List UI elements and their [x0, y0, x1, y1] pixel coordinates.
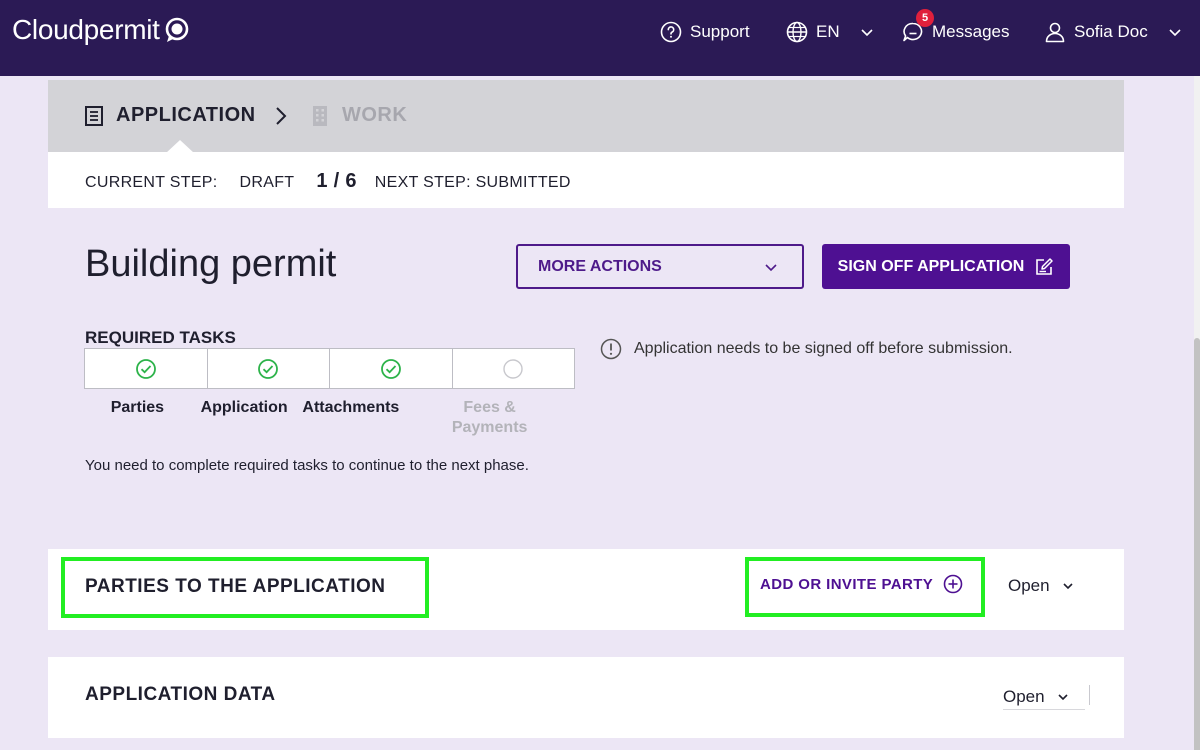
step-work[interactable]: WORK [310, 104, 407, 127]
user-name: Sofia Doc [1074, 22, 1148, 41]
required-tasks-note: You need to complete required tasks to c… [85, 457, 529, 474]
application-data-section: APPLICATION DATA Open [48, 657, 1124, 738]
task-label-application: Application [200, 399, 288, 416]
chevron-right-icon [276, 107, 287, 125]
check-circle-icon [380, 358, 401, 379]
step-application[interactable]: APPLICATION [84, 104, 256, 127]
help-circle-icon [660, 21, 682, 43]
messages-icon-wrapper: 5 [902, 9, 934, 43]
messages-link[interactable]: 5 Messages [902, 9, 1010, 44]
application-data-open-toggle[interactable]: Open [1003, 684, 1085, 710]
sign-off-info-message: Application needs to be signed off befor… [600, 338, 1013, 360]
more-actions-dropdown[interactable]: MORE ACTIONS [516, 244, 804, 289]
language-selector[interactable]: EN [786, 20, 874, 44]
brand-name: Cloudpermit [12, 14, 160, 45]
step-progress: 1 / 6 [316, 170, 357, 192]
task-attachments-status[interactable] [330, 349, 453, 388]
add-or-invite-party-button[interactable]: ADD OR INVITE PARTY [760, 574, 963, 594]
task-parties-status[interactable] [85, 349, 208, 388]
next-step: NEXT STEP: SUBMITTED [374, 174, 571, 191]
task-fees-status[interactable] [453, 349, 575, 388]
messages-label: Messages [932, 22, 1010, 41]
language-label: EN [816, 22, 840, 41]
more-actions-label: MORE ACTIONS [538, 257, 662, 275]
plus-circle-icon [943, 574, 963, 594]
messages-count-badge: 5 [916, 9, 934, 27]
required-tasks-grid [84, 348, 575, 389]
support-link[interactable]: Support [660, 20, 750, 44]
step-status: CURRENT STEP: DRAFT 1 / 6 NEXT STEP: SUB… [85, 170, 571, 193]
add-party-label: ADD OR INVITE PARTY [760, 575, 934, 593]
logo-chat-icon [165, 17, 188, 42]
sign-off-info-text: Application needs to be signed off befor… [634, 340, 1013, 357]
page-title: Building permit [85, 243, 337, 285]
current-step-value: DRAFT [239, 174, 295, 191]
support-label: Support [690, 22, 750, 41]
step-work-label: WORK [342, 104, 408, 126]
document-list-icon [85, 105, 103, 126]
application-data-open-label: Open [1003, 686, 1045, 706]
task-label-attachments: Attachments [302, 399, 400, 416]
empty-circle-icon [503, 358, 523, 379]
task-label-parties: Parties [110, 399, 165, 416]
step-application-label: APPLICATION [116, 104, 256, 126]
task-label-fees-payments: Fees & Payments [451, 399, 528, 436]
page-scrollbar-track[interactable] [1194, 76, 1200, 750]
application-data-title[interactable]: APPLICATION DATA [85, 684, 276, 706]
chevron-down-icon [1058, 693, 1068, 700]
workflow-stepper: APPLICATION WORK CURRENT STEP: DRAFT 1 /… [48, 80, 1124, 208]
check-circle-icon [258, 358, 279, 379]
toggle-divider [1089, 685, 1090, 705]
parties-open-toggle[interactable]: Open [1008, 576, 1074, 596]
building-icon [313, 105, 327, 126]
active-step-indicator [166, 140, 194, 153]
globe-icon [786, 21, 808, 43]
info-alert-icon [600, 338, 622, 360]
top-navigation-bar: Cloudpermit Support EN 5 Messages Sofia … [0, 0, 1200, 76]
current-step-label: CURRENT STEP: [85, 174, 218, 191]
parties-section-title[interactable]: PARTIES TO THE APPLICATION [85, 576, 385, 598]
parties-section: PARTIES TO THE APPLICATION ADD OR INVITE… [48, 549, 1124, 630]
parties-open-label: Open [1008, 576, 1050, 595]
stepper-header: APPLICATION WORK [48, 80, 1124, 152]
check-circle-icon [135, 358, 156, 379]
sign-off-label: SIGN OFF APPLICATION [837, 257, 1025, 275]
page-scrollbar-thumb[interactable] [1194, 338, 1200, 750]
cloudpermit-logo[interactable]: Cloudpermit [12, 14, 190, 46]
chevron-down-icon [765, 263, 777, 271]
edit-document-icon [1036, 257, 1054, 275]
required-tasks-title: REQUIRED TASKS [85, 328, 236, 347]
chevron-down-icon [1169, 29, 1181, 37]
user-icon [1045, 22, 1065, 43]
sign-off-application-button[interactable]: SIGN OFF APPLICATION [822, 244, 1070, 289]
task-application-status[interactable] [208, 349, 330, 388]
required-tasks-labels: Parties Application Attachments Fees & P… [84, 398, 575, 438]
chevron-down-icon [861, 29, 873, 37]
chevron-down-icon [1063, 583, 1073, 590]
user-menu[interactable]: Sofia Doc [1044, 20, 1182, 44]
